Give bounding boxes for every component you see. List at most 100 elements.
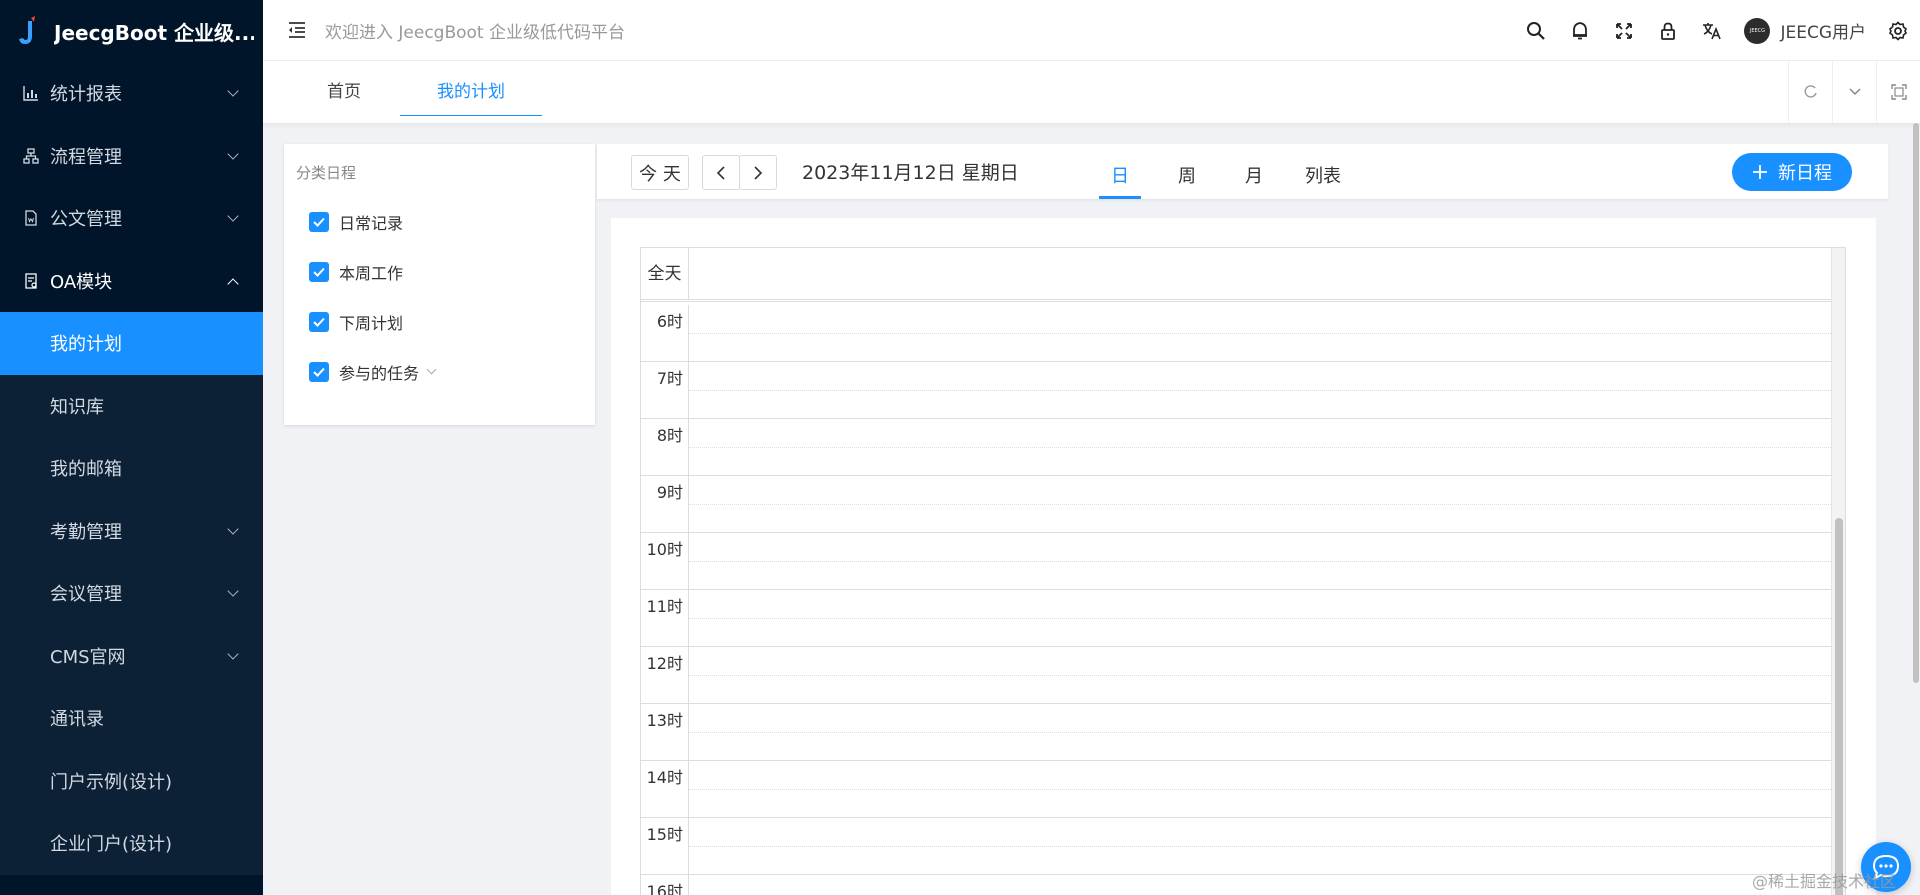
avatar: JEECG bbox=[1744, 17, 1771, 44]
today-button[interactable]: 今 天 bbox=[631, 155, 689, 190]
user-menu[interactable]: JEECG JEECG用户 bbox=[1744, 17, 1866, 44]
hour-slot[interactable]: 6时 bbox=[641, 305, 1833, 362]
fullscreen-icon[interactable] bbox=[1602, 0, 1646, 61]
refresh-icon[interactable] bbox=[1788, 61, 1832, 123]
category-panel: 分类日程 日常记录 本周工作 下周计划 参与的任务 bbox=[284, 144, 595, 425]
sidebar-item-cms[interactable]: CMS官网 bbox=[0, 624, 263, 687]
username: JEECG用户 bbox=[1780, 23, 1866, 43]
bar-chart-icon bbox=[22, 84, 40, 102]
time-slots: 6时 7时 8时 9时 10时 11时 12时 13时 14时 15时 16时 bbox=[641, 305, 1833, 895]
jeecg-logo-icon bbox=[19, 16, 35, 44]
hour-label: 6时 bbox=[641, 305, 689, 362]
chevron-right-icon bbox=[754, 165, 763, 180]
page-scrollbar[interactable] bbox=[1910, 123, 1920, 895]
view-tab-week[interactable]: 周 bbox=[1166, 162, 1208, 199]
sidebar-item-portal-demo[interactable]: 门户示例(设计) bbox=[0, 749, 263, 812]
hour-slot[interactable]: 16时 bbox=[641, 875, 1833, 895]
tab-label: 我的计划 bbox=[437, 82, 505, 102]
calendar-date-title: 2023年11月12日 星期日 bbox=[802, 162, 1019, 184]
prev-button[interactable] bbox=[702, 155, 740, 190]
view-tab-day[interactable]: 日 bbox=[1099, 162, 1141, 199]
hour-slot[interactable]: 10时 bbox=[641, 533, 1833, 590]
hour-slot[interactable]: 13时 bbox=[641, 704, 1833, 761]
hour-label: 13时 bbox=[641, 704, 689, 761]
checkbox-checked-icon[interactable] bbox=[309, 212, 329, 232]
chevron-down-icon[interactable] bbox=[426, 364, 437, 375]
next-button[interactable] bbox=[739, 155, 777, 190]
checkbox-checked-icon[interactable] bbox=[309, 312, 329, 332]
sidebar-item-label: 会议管理 bbox=[50, 584, 122, 606]
view-label: 周 bbox=[1178, 166, 1196, 187]
category-panel-title: 分类日程 bbox=[296, 164, 357, 182]
category-label: 参与的任务 bbox=[339, 364, 420, 383]
top-header: 欢迎进入 JeecgBoot 企业级低代码平台 JEECG JEECG用户 bbox=[263, 0, 1920, 61]
category-label: 下周计划 bbox=[339, 314, 404, 333]
category-this-week[interactable]: 本周工作 bbox=[309, 260, 403, 284]
category-daily-record[interactable]: 日常记录 bbox=[309, 210, 403, 234]
chevron-down-icon bbox=[227, 585, 239, 597]
hour-slot[interactable]: 14时 bbox=[641, 761, 1833, 818]
hour-slot[interactable]: 12时 bbox=[641, 647, 1833, 704]
sidebar-item-oa[interactable]: OA模块 bbox=[0, 250, 263, 313]
translate-icon[interactable] bbox=[1690, 0, 1734, 61]
all-day-row[interactable]: 全天 bbox=[641, 248, 1845, 302]
view-tab-list[interactable]: 列表 bbox=[1298, 162, 1348, 199]
sidebar-item-stat-report[interactable]: 统计报表 bbox=[0, 62, 263, 125]
category-label: 本周工作 bbox=[339, 264, 404, 283]
lock-icon[interactable] bbox=[1646, 0, 1690, 61]
tab-my-plan[interactable]: 我的计划 bbox=[400, 61, 542, 116]
sidebar-item-label: CMS官网 bbox=[50, 646, 126, 668]
calendar-scrollbar[interactable] bbox=[1831, 248, 1845, 895]
view-label: 日 bbox=[1111, 166, 1129, 187]
search-icon[interactable] bbox=[1514, 0, 1558, 61]
logo[interactable]: JeecgBoot 企业级... bbox=[0, 0, 263, 62]
chevron-down-icon bbox=[227, 648, 239, 660]
flow-icon bbox=[22, 147, 40, 165]
menu-fold-icon[interactable] bbox=[283, 16, 311, 44]
sidebar-item-process[interactable]: 流程管理 bbox=[0, 125, 263, 188]
category-next-week[interactable]: 下周计划 bbox=[309, 310, 403, 334]
hour-slot[interactable]: 15时 bbox=[641, 818, 1833, 875]
sidebar-item-contacts[interactable]: 通讯录 bbox=[0, 687, 263, 750]
sidebar-item-my-plan[interactable]: 我的计划 bbox=[0, 312, 263, 375]
expand-content-icon[interactable] bbox=[1876, 61, 1920, 123]
sidebar-item-knowledge[interactable]: 知识库 bbox=[0, 374, 263, 437]
sidebar-item-mailbox[interactable]: 我的邮箱 bbox=[0, 437, 263, 500]
new-schedule-label: 新日程 bbox=[1778, 163, 1832, 184]
new-schedule-button[interactable]: 新日程 bbox=[1732, 153, 1852, 191]
sidebar-item-enterprise-portal[interactable]: 企业门户(设计) bbox=[0, 812, 263, 875]
watermark: @稀土掘金技术社区 bbox=[1752, 872, 1897, 891]
hour-slot[interactable]: 9时 bbox=[641, 476, 1833, 533]
chevron-down-icon[interactable] bbox=[1832, 61, 1876, 123]
bell-icon[interactable] bbox=[1558, 0, 1602, 61]
calendar-toolbar: 今 天 2023年11月12日 星期日 日 周 月 列表 新日程 bbox=[597, 144, 1888, 200]
sidebar-item-label: 我的邮箱 bbox=[50, 459, 122, 481]
checkbox-checked-icon[interactable] bbox=[309, 362, 329, 382]
calendar-card: 全天 6时 7时 8时 9时 10时 11时 12时 13时 14时 15时 1… bbox=[611, 218, 1876, 895]
sidebar-item-label: 统计报表 bbox=[50, 84, 122, 106]
checkbox-checked-icon[interactable] bbox=[309, 262, 329, 282]
sidebar-item-attendance[interactable]: 考勤管理 bbox=[0, 499, 263, 562]
header-actions: JEECG JEECG用户 bbox=[1514, 0, 1920, 61]
chevron-down-icon bbox=[227, 210, 239, 222]
view-label: 月 bbox=[1245, 166, 1263, 187]
tab-label: 首页 bbox=[327, 82, 361, 102]
view-tab-month[interactable]: 月 bbox=[1233, 162, 1275, 199]
category-tasks[interactable]: 参与的任务 bbox=[309, 360, 437, 384]
chevron-up-icon bbox=[227, 278, 239, 290]
hour-label: 11时 bbox=[641, 590, 689, 647]
hour-label: 12时 bbox=[641, 647, 689, 704]
sidebar-item-label: 流程管理 bbox=[50, 146, 122, 168]
sidebar: JeecgBoot 企业级... 统计报表 流程管理 公文管理 OA模块 我的计… bbox=[0, 0, 263, 895]
sidebar-item-label: 公文管理 bbox=[50, 209, 122, 231]
hour-slot[interactable]: 11时 bbox=[641, 590, 1833, 647]
gear-icon[interactable] bbox=[1876, 0, 1920, 61]
hour-slot[interactable]: 8时 bbox=[641, 419, 1833, 476]
hour-slot[interactable]: 7时 bbox=[641, 362, 1833, 419]
chevron-down-icon bbox=[227, 523, 239, 535]
sidebar-item-meeting[interactable]: 会议管理 bbox=[0, 562, 263, 625]
sidebar-item-label: 考勤管理 bbox=[50, 521, 122, 543]
chevron-left-icon bbox=[716, 165, 725, 180]
tab-home[interactable]: 首页 bbox=[299, 61, 389, 115]
sidebar-item-document[interactable]: 公文管理 bbox=[0, 187, 263, 250]
